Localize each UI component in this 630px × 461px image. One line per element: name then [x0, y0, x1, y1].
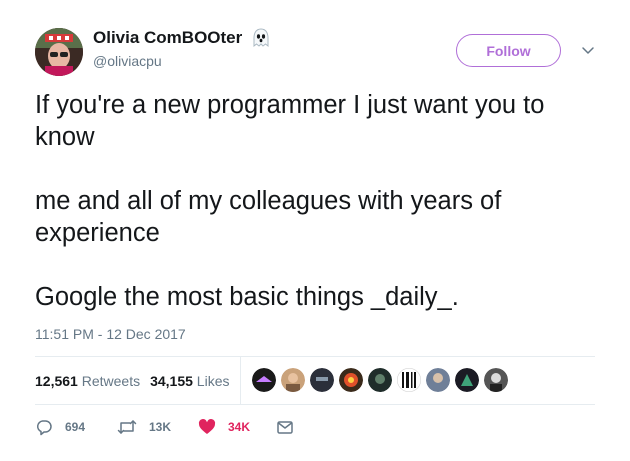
liker-avatar[interactable]	[426, 368, 450, 392]
liker-avatar[interactable]	[368, 368, 392, 392]
line-spacer	[35, 249, 605, 281]
tweet-timestamp[interactable]: 11:51 PM - 12 Dec 2017	[35, 326, 186, 342]
retweets-stat[interactable]: 12,561 Retweets	[35, 373, 140, 389]
liker-avatar[interactable]	[455, 368, 479, 392]
tweet-stats: 12,561 Retweets 34,155 Likes	[35, 357, 595, 404]
like-button[interactable]: 34K	[198, 418, 276, 436]
likes-stat[interactable]: 34,155 Likes	[150, 373, 229, 389]
tweet-line: If you're a new programmer I just want y…	[35, 91, 545, 151]
retweets-label: Retweets	[81, 372, 141, 389]
likes-count: 34,155	[150, 372, 193, 389]
liker-avatar[interactable]	[339, 368, 363, 392]
reply-count: 694	[65, 420, 86, 434]
retweet-icon	[117, 420, 137, 434]
tweet-card: Olivia ComBOOter @oliviacpu Follow If yo…	[0, 0, 630, 461]
chevron-down-icon[interactable]	[578, 40, 598, 60]
liker-avatar[interactable]	[484, 368, 508, 392]
line-spacer	[35, 153, 605, 185]
ghost-icon	[250, 27, 272, 49]
heart-icon	[198, 419, 216, 434]
divider	[35, 404, 595, 405]
user-name-text: Olivia ComBOOter	[93, 28, 243, 47]
tweet-actions: 694 13K 34K	[35, 414, 300, 440]
retweet-count: 13K	[149, 420, 172, 434]
liker-avatars	[252, 368, 513, 392]
liker-avatar[interactable]	[281, 368, 305, 392]
follow-button[interactable]: Follow	[456, 34, 561, 67]
user-handle[interactable]: @oliviacpu	[93, 53, 162, 69]
reply-icon	[36, 420, 52, 436]
stats-separator	[240, 357, 241, 404]
like-count: 34K	[228, 420, 251, 434]
liker-avatar[interactable]	[252, 368, 276, 392]
liker-avatar[interactable]	[397, 368, 421, 392]
tweet-line: Google the most basic things _daily_.	[35, 283, 459, 311]
liker-avatar[interactable]	[310, 368, 334, 392]
likes-label: Likes	[196, 372, 230, 389]
user-name[interactable]: Olivia ComBOOter	[93, 27, 272, 49]
retweet-button[interactable]: 13K	[117, 418, 198, 436]
reply-button[interactable]: 694	[35, 418, 117, 436]
envelope-icon	[277, 421, 293, 434]
direct-message-button[interactable]	[276, 418, 300, 436]
tweet-text: If you're a new programmer I just want y…	[35, 89, 605, 313]
retweets-count: 12,561	[35, 372, 78, 389]
tweet-line: me and all of my colleagues with years o…	[35, 187, 502, 247]
avatar[interactable]	[35, 28, 83, 76]
